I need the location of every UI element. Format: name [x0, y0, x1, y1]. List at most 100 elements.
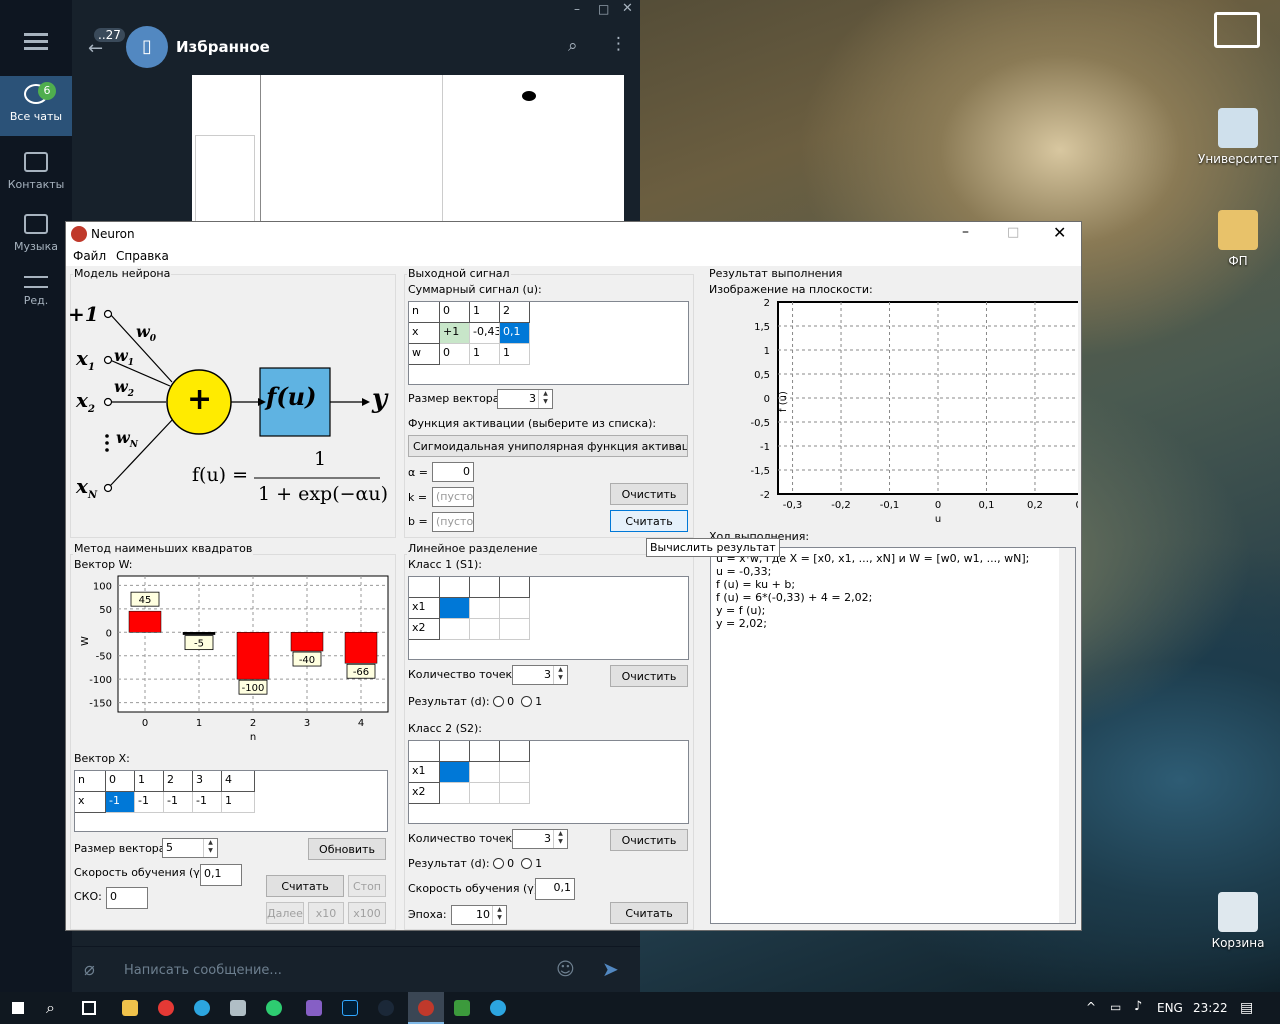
sidebar-item-all-chats[interactable]: Все чаты 6 [0, 76, 72, 136]
table-cell[interactable]: -0,43 [470, 323, 500, 344]
attach-icon[interactable]: ⌀ [84, 959, 95, 980]
stepper-arrows-icon[interactable]: ▲ ▼ [538, 390, 552, 408]
output-clear-button[interactable]: Очистить [610, 483, 688, 505]
photoshop-icon[interactable] [342, 1000, 358, 1016]
table-cell[interactable]: -1 [193, 792, 222, 813]
telegram-icon[interactable] [194, 1000, 210, 1016]
maximize-icon[interactable]: □ [1007, 225, 1019, 240]
class2-table[interactable]: x1 x2 [408, 740, 689, 824]
class1-points-stepper[interactable]: 3 ▲ ▼ [512, 665, 568, 685]
volume-icon[interactable]: ♪ [1134, 999, 1142, 1014]
x100-button[interactable]: x100 [348, 902, 386, 924]
table-cell[interactable]: 1 [470, 344, 500, 365]
b-input[interactable]: (пусто) [432, 512, 474, 532]
windows-start-icon[interactable] [11, 1001, 25, 1015]
table-cell[interactable]: 0,1 [500, 323, 530, 344]
table-cell[interactable] [440, 598, 470, 619]
linear-count-button[interactable]: Считать [610, 902, 688, 924]
linear-rate-input[interactable]: 0,1 [535, 878, 575, 900]
table-cell[interactable]: -1 [135, 792, 164, 813]
sko-input[interactable]: 0 [106, 887, 148, 909]
epoch-stepper[interactable]: 10 ▲ ▼ [451, 905, 507, 925]
desktop-icon-university[interactable]: Университет [1198, 108, 1279, 166]
desktop-icon-fp[interactable]: ФП [1198, 210, 1278, 268]
yandex-browser-icon[interactable] [158, 1000, 174, 1016]
stop-button[interactable]: Стоп [348, 875, 386, 897]
class2-points-stepper[interactable]: 3 ▲ ▼ [512, 829, 568, 849]
class2-result-radio-0[interactable] [493, 858, 505, 869]
neuron-taskbar-button[interactable] [408, 992, 444, 1024]
table-cell[interactable]: 1 [222, 792, 255, 813]
table-cell[interactable]: 1 [500, 344, 530, 365]
table-cell[interactable] [500, 598, 530, 619]
activation-func-select[interactable]: Сигмоидальная униполярная функция актива… [408, 435, 688, 457]
output-count-button[interactable]: Считать [610, 510, 688, 532]
minimize-icon[interactable]: – [574, 2, 580, 16]
send-icon[interactable]: ➤ [602, 957, 619, 981]
class1-result-radio-0[interactable] [493, 696, 505, 707]
table-cell[interactable] [470, 598, 500, 619]
explorer-icon[interactable] [122, 1000, 138, 1016]
table-cell[interactable] [470, 762, 500, 783]
menu-icon[interactable] [24, 40, 48, 43]
sidebar-item-edit[interactable]: Ред. [0, 276, 72, 307]
bookmark-icon[interactable]: ▯ [126, 26, 168, 68]
emoji-icon[interactable]: ☺ [556, 959, 575, 980]
close-icon[interactable]: ✕ [622, 1, 633, 16]
sidebar-item-music[interactable]: Музыка [0, 214, 72, 253]
clock[interactable]: 23:22 [1193, 1001, 1228, 1015]
visual-studio-icon[interactable] [306, 1000, 322, 1016]
class1-result-radio-1[interactable] [521, 696, 533, 707]
app-icon[interactable] [230, 1000, 246, 1016]
search-icon[interactable]: ⌕ [46, 998, 55, 1018]
lsq-size-stepper[interactable]: 5 ▲ ▼ [162, 838, 218, 858]
table-cell[interactable] [440, 762, 470, 783]
table-cell[interactable] [440, 619, 470, 640]
table-cell[interactable]: -1 [106, 792, 135, 813]
menu-file[interactable]: Файл [73, 249, 106, 263]
task-view-icon[interactable] [82, 1001, 96, 1015]
network-icon[interactable]: ▭ [1110, 1000, 1121, 1014]
chevron-up-icon[interactable]: ^ [1086, 1000, 1096, 1014]
class1-table[interactable]: x1 x2 [408, 576, 689, 660]
sum-signal-table[interactable]: n 0 1 2 x +1 -0,43 0,1 w 0 1 1 [408, 301, 689, 385]
steam-icon[interactable] [378, 1000, 394, 1016]
language-indicator[interactable]: ENG [1157, 1001, 1183, 1015]
class2-result-radio-1[interactable] [521, 858, 533, 869]
progress-log[interactable]: u = xᵀw, где X = [x0, x1, ..., xN] и W =… [710, 547, 1076, 924]
table-cell[interactable] [470, 783, 500, 804]
table-cell[interactable]: +1 [440, 323, 470, 344]
table-cell[interactable] [500, 762, 530, 783]
sidebar-item-contacts[interactable]: Контакты [0, 152, 72, 191]
table-cell[interactable]: 0 [440, 344, 470, 365]
table-cell[interactable] [500, 783, 530, 804]
class1-clear-button[interactable]: Очистить [610, 665, 688, 687]
close-icon[interactable]: ✕ [1053, 223, 1066, 242]
lsq-count-button[interactable]: Считать [266, 875, 344, 897]
app-icon[interactable] [266, 1000, 282, 1016]
stepper-arrows-icon[interactable]: ▲ ▼ [203, 839, 217, 857]
app-icon[interactable] [454, 1000, 470, 1016]
k-input[interactable]: (пусто) [432, 487, 474, 507]
notifications-icon[interactable]: ▤ [1240, 1000, 1253, 1016]
telegram-icon[interactable] [490, 1000, 506, 1016]
x10-button[interactable]: x10 [308, 902, 344, 924]
stepper-arrows-icon[interactable]: ▲ ▼ [553, 666, 567, 684]
message-input[interactable]: Написать сообщение... [124, 963, 282, 978]
output-size-stepper[interactable]: 3 ▲ ▼ [497, 389, 553, 409]
table-cell[interactable] [440, 783, 470, 804]
lsq-rate-input[interactable]: 0,1 [200, 864, 242, 886]
table-cell[interactable] [500, 619, 530, 640]
scrollbar[interactable] [1059, 548, 1075, 923]
table-cell[interactable]: -1 [164, 792, 193, 813]
maximize-icon[interactable]: □ [598, 2, 609, 16]
desktop-icon-recycle-bin[interactable]: Корзина [1198, 892, 1278, 950]
minimize-icon[interactable]: – [962, 224, 969, 240]
shared-image-preview[interactable] [192, 75, 624, 223]
next-button[interactable]: Далее [266, 902, 304, 924]
folder-icon[interactable] [1214, 12, 1260, 48]
update-button[interactable]: Обновить [308, 838, 386, 860]
table-cell[interactable] [470, 619, 500, 640]
stepper-arrows-icon[interactable]: ▲ ▼ [553, 830, 567, 848]
class2-clear-button[interactable]: Очистить [610, 829, 688, 851]
